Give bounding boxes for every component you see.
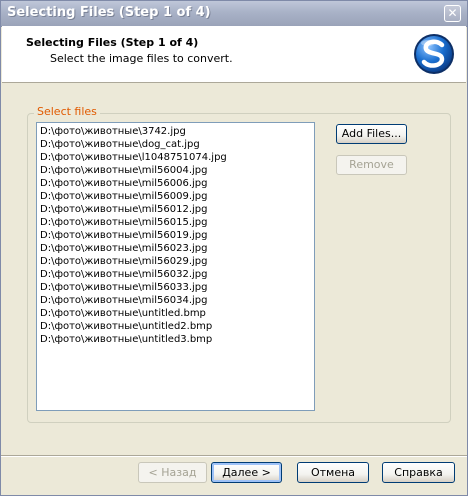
footer-separator: [1, 455, 467, 457]
step-subtitle: Select the image files to convert.: [50, 52, 233, 65]
add-files-button[interactable]: Add Files...: [336, 124, 407, 144]
list-item[interactable]: D:\фото\животные\untitled.bmp: [40, 307, 206, 320]
title-bar[interactable]: Selecting Files (Step 1 of 4) ✕: [1, 1, 467, 27]
list-item[interactable]: D:\фото\животные\mil56033.jpg: [40, 281, 207, 294]
list-item[interactable]: D:\фото\животные\3742.jpg: [40, 125, 186, 138]
close-icon: ✕: [447, 6, 458, 20]
help-button[interactable]: Справка: [382, 462, 455, 483]
list-item[interactable]: D:\фото\животные\untitled3.bmp: [40, 333, 212, 346]
window-title: Selecting Files (Step 1 of 4): [7, 5, 211, 20]
back-button[interactable]: < Назад: [138, 462, 207, 483]
close-button[interactable]: ✕: [444, 5, 461, 22]
list-item[interactable]: D:\фото\животные\mil56012.jpg: [40, 203, 207, 216]
list-item[interactable]: D:\фото\животные\mil56009.jpg: [40, 190, 207, 203]
wizard-header: Selecting Files (Step 1 of 4) Select the…: [2, 26, 466, 83]
step-title: Selecting Files (Step 1 of 4): [26, 36, 199, 49]
list-item[interactable]: D:\фото\животные\mil56029.jpg: [40, 255, 207, 268]
list-item[interactable]: D:\фото\животные\untitled2.bmp: [40, 320, 212, 333]
list-item[interactable]: D:\фото\животные\mil56034.jpg: [40, 294, 207, 307]
list-item[interactable]: D:\фото\животные\dog_cat.jpg: [40, 138, 200, 151]
s-logo-icon: [414, 34, 454, 74]
next-button[interactable]: Далее >: [211, 462, 282, 483]
cancel-button[interactable]: Отмена: [297, 462, 369, 483]
list-item[interactable]: D:\фото\животные\mil56006.jpg: [40, 177, 207, 190]
list-item[interactable]: D:\фото\животные\mil56004.jpg: [40, 164, 207, 177]
list-item[interactable]: D:\фото\животные\mil56023.jpg: [40, 242, 207, 255]
file-list[interactable]: D:\фото\животные\3742.jpg D:\фото\животн…: [36, 122, 315, 411]
select-files-label: Select files: [34, 105, 100, 118]
remove-button[interactable]: Remove: [336, 155, 407, 175]
list-item[interactable]: D:\фото\животные\mil56019.jpg: [40, 229, 207, 242]
wizard-window: Selecting Files (Step 1 of 4) ✕ Selectin…: [0, 0, 468, 496]
list-item[interactable]: D:\фото\животные\mil56032.jpg: [40, 268, 207, 281]
list-item[interactable]: D:\фото\животные\mil56015.jpg: [40, 216, 207, 229]
list-item[interactable]: D:\фото\животные\l1048751074.jpg: [40, 151, 227, 164]
